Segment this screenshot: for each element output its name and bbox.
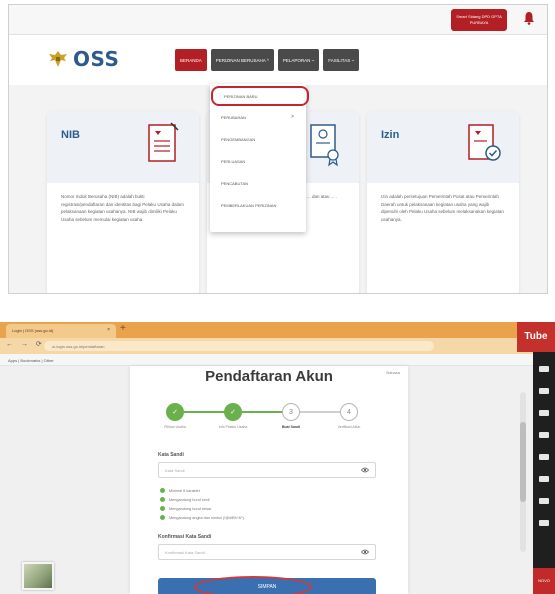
tool-icon[interactable] xyxy=(539,498,549,504)
card-description: Nomor Induk Berusaha (NIB) adalah bukti … xyxy=(61,194,184,222)
rule-text: Mengandung huruf kecil xyxy=(169,497,210,502)
tool-icon[interactable] xyxy=(539,388,549,394)
step-4-circle: 4 xyxy=(340,403,358,421)
nav-fasilitas[interactable]: FASILITAS ~ xyxy=(323,49,360,71)
youtube-logo-icon[interactable]: Tube xyxy=(517,322,555,352)
step-label: Buat Sandi xyxy=(281,425,301,429)
side-toolbar xyxy=(533,352,555,594)
annotation-circle xyxy=(194,576,312,594)
webcam-thumbnail xyxy=(22,562,54,590)
main-nav: BERANDA PERIZINAN BERUSAHA ^ PELAPORAN ~… xyxy=(175,49,360,71)
card-izin[interactable]: Izin Izin adalah persetujuan Pemerintah … xyxy=(367,111,519,293)
tool-icon[interactable] xyxy=(539,454,549,460)
menu-item-perubahan[interactable]: PERUBAHAN > xyxy=(210,106,306,128)
bookmarks-bar[interactable]: Apps | Bookmarks | Other xyxy=(0,354,555,366)
menu-item-pemberlakuan-perizinan[interactable]: PEMBERLAKUAN PERIZINAN xyxy=(210,194,306,216)
tool-icon[interactable] xyxy=(539,520,549,526)
card-title: Izin xyxy=(381,129,400,141)
certificate-icon xyxy=(310,124,339,167)
check-icon xyxy=(160,497,165,502)
check-icon xyxy=(160,515,165,520)
menu-item-label: PERIZINAN BARU xyxy=(224,93,258,99)
navigation-arrows-icon[interactable]: ← → ⟳ xyxy=(6,340,45,348)
user-account-badge[interactable]: Smart Sidang DPD GPTA PURBAYA xyxy=(451,9,507,31)
eye-icon[interactable] xyxy=(361,467,369,473)
document-icon xyxy=(148,122,179,162)
registration-stepper: ✓ ✓ 3 4 Pilihan Usaha Info Pelaku Usaha … xyxy=(160,400,370,440)
card-description: Izin adalah persetujuan Pemerintah Pusat… xyxy=(381,194,504,222)
bell-icon[interactable] xyxy=(523,11,535,25)
step-label: Info Pelaku Usaha xyxy=(218,425,248,429)
rule-text: Minimal 8 karakter xyxy=(169,488,201,493)
nav-pelaporan[interactable]: PELAPORAN ~ xyxy=(277,49,320,71)
top-strip: Smart Sidang DPD GPTA PURBAYA xyxy=(9,5,547,35)
tab-title: Login | OSS (oss.go.id) xyxy=(12,328,54,333)
nav-perizinan-berusaha[interactable]: PERIZINAN BERUSAHA ^ xyxy=(210,49,274,71)
browser-tab[interactable]: Login | OSS (oss.go.id) × xyxy=(6,324,116,338)
input-placeholder: Konfirmasi Kata Sandi xyxy=(165,550,205,555)
corner-badge: NOVO xyxy=(533,568,555,594)
menu-item-perizinan-baru[interactable]: PERIZINAN BARU xyxy=(211,86,309,106)
step-2-check-icon: ✓ xyxy=(224,403,242,421)
password-label: Kata Sandi xyxy=(158,452,184,458)
password-rule: Mengandung huruf besar xyxy=(160,506,211,511)
registration-form: Pendaftaran Akun Bahasa ✓ ✓ 3 4 Pilihan … xyxy=(130,366,408,594)
page-title: Pendaftaran Akun xyxy=(205,368,333,385)
card-title: NIB xyxy=(61,129,80,141)
tool-icon[interactable] xyxy=(539,410,549,416)
close-icon[interactable]: × xyxy=(107,327,110,333)
menu-item-pengembangan[interactable]: PENGEMBANGAN xyxy=(210,128,306,150)
input-placeholder: Kata Sandi xyxy=(165,468,185,473)
step-label: Pilihan Usaha xyxy=(164,425,186,429)
card-header: Izin xyxy=(367,111,519,183)
check-icon xyxy=(160,488,165,493)
chevron-right-icon: > xyxy=(291,114,294,120)
language-selector[interactable]: Bahasa xyxy=(386,370,400,375)
menu-item-label: PERLUASAN xyxy=(221,158,246,164)
password-input[interactable]: Kata Sandi xyxy=(158,462,376,478)
oss-homepage-panel: Smart Sidang DPD GPTA PURBAYA OSS BERAND… xyxy=(8,4,548,294)
garuda-emblem-icon xyxy=(49,51,67,67)
menu-item-perluasan[interactable]: PERLUASAN xyxy=(210,150,306,172)
logo-text: OSS xyxy=(73,47,120,71)
rule-text: Mengandung angka dan simbol (!@#$%^&*) xyxy=(169,515,244,520)
tool-icon[interactable] xyxy=(539,432,549,438)
step-3-circle: 3 xyxy=(282,403,300,421)
check-icon xyxy=(160,506,165,511)
eye-icon[interactable] xyxy=(361,549,369,555)
approved-document-icon xyxy=(468,124,501,161)
site-header: OSS BERANDA PERIZINAN BERUSAHA ^ PELAPOR… xyxy=(9,35,547,85)
tool-icon[interactable] xyxy=(539,366,549,372)
step-1-check-icon: ✓ xyxy=(166,403,184,421)
scrollbar[interactable] xyxy=(520,392,526,552)
step-label: Verifikasi Akun xyxy=(337,425,361,429)
scrollbar-thumb[interactable] xyxy=(520,422,526,502)
nav-beranda[interactable]: BERANDA xyxy=(175,49,207,71)
menu-item-pencabutan[interactable]: PENCABUTAN xyxy=(210,172,306,194)
toolbar: ← → ⟳ ui-login.oss.go.id/pendaftaran xyxy=(0,338,555,354)
password-rule: Mengandung huruf kecil xyxy=(160,497,210,502)
tab-bar: Login | OSS (oss.go.id) × + xyxy=(0,322,555,338)
browser-window: Login | OSS (oss.go.id) × + ← → ⟳ ui-log… xyxy=(0,322,555,594)
new-tab-icon[interactable]: + xyxy=(120,323,126,334)
address-bar[interactable]: ui-login.oss.go.id/pendaftaran xyxy=(44,341,434,351)
confirm-password-label: Konfirmasi Kata Sandi xyxy=(158,534,212,540)
perizinan-dropdown-menu: PERIZINAN BARU PERUBAHAN > PENGEMBANGAN P… xyxy=(210,84,309,232)
menu-item-label: PEMBERLAKUAN PERIZINAN xyxy=(221,202,277,208)
rule-text: Mengandung huruf besar xyxy=(169,506,212,511)
password-rule: Mengandung angka dan simbol (!@#$%^&*) xyxy=(160,515,244,520)
card-nib[interactable]: NIB Nomor Induk Berusaha (NIB) adalah bu… xyxy=(47,111,199,293)
menu-item-label: PERUBAHAN xyxy=(221,114,246,120)
menu-item-label: PENGEMBANGAN xyxy=(221,136,256,142)
menu-item-label: PENCABUTAN xyxy=(221,180,249,186)
tool-icon[interactable] xyxy=(539,476,549,482)
confirm-password-input[interactable]: Konfirmasi Kata Sandi xyxy=(158,544,376,560)
card-header: NIB xyxy=(47,111,199,183)
oss-logo[interactable]: OSS xyxy=(47,47,119,71)
password-rule: Minimal 8 karakter xyxy=(160,488,200,493)
